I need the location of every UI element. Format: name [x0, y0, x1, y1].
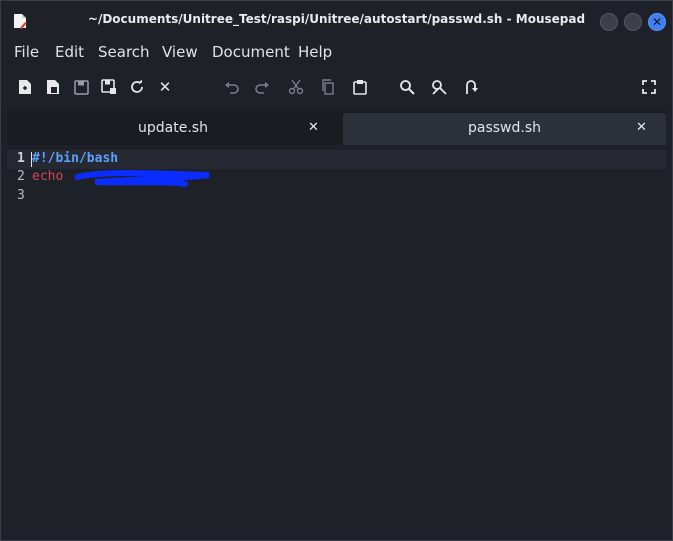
text-editor[interactable]: 1 2 3 #!/bin/bash echo — [7, 145, 666, 533]
menu-file[interactable]: File — [14, 43, 39, 61]
code-line-shebang: #!/bin/bash — [32, 151, 119, 166]
line-number: 3 — [17, 188, 25, 203]
tab-close-icon[interactable]: ✕ — [636, 120, 647, 135]
redo-icon[interactable] — [250, 75, 274, 99]
tab-update-sh[interactable]: update.sh ✕ — [7, 113, 339, 145]
menu-search[interactable]: Search — [98, 43, 150, 61]
find-replace-icon[interactable] — [427, 75, 451, 99]
goto-line-icon[interactable] — [459, 75, 483, 99]
close-tab-icon[interactable]: ✕ — [153, 75, 177, 99]
tab-bar: update.sh ✕ passwd.sh ✕ — [7, 109, 666, 145]
copy-icon[interactable] — [316, 75, 340, 99]
new-window-icon[interactable] — [41, 75, 65, 99]
undo-icon[interactable] — [220, 75, 244, 99]
maximize-button[interactable] — [624, 13, 642, 31]
paste-icon[interactable] — [348, 75, 372, 99]
code-line-echo: echo — [32, 169, 64, 184]
toolbar: ✕ — [1, 71, 672, 103]
title-bar[interactable]: ~/Documents/Unitree_Test/raspi/Unitree/a… — [1, 1, 672, 41]
fullscreen-icon[interactable] — [637, 75, 661, 99]
redaction-scribble — [75, 170, 210, 187]
save-icon[interactable] — [69, 75, 93, 99]
menu-help[interactable]: Help — [298, 43, 332, 61]
close-window-button[interactable]: ✕ — [648, 13, 666, 31]
minimize-button[interactable] — [600, 13, 618, 31]
menu-document[interactable]: Document — [212, 43, 290, 61]
tab-close-icon[interactable]: ✕ — [308, 120, 319, 135]
menu-bar: File Edit Search View Document Help — [1, 41, 672, 67]
menu-edit[interactable]: Edit — [55, 43, 84, 61]
line-number: 2 — [17, 169, 25, 184]
tab-label: update.sh — [138, 120, 208, 136]
reload-icon[interactable] — [125, 75, 149, 99]
line-number: 1 — [17, 151, 25, 166]
tab-label: passwd.sh — [467, 120, 541, 136]
save-as-icon[interactable] — [97, 75, 121, 99]
mousepad-window: ~/Documents/Unitree_Test/raspi/Unitree/a… — [0, 0, 673, 541]
window-title: ~/Documents/Unitree_Test/raspi/Unitree/a… — [87, 12, 586, 26]
new-document-icon[interactable] — [13, 75, 37, 99]
find-icon[interactable] — [395, 75, 419, 99]
tab-passwd-sh[interactable]: passwd.sh ✕ — [343, 113, 666, 145]
cut-icon[interactable] — [284, 75, 308, 99]
menu-view[interactable]: View — [162, 43, 198, 61]
